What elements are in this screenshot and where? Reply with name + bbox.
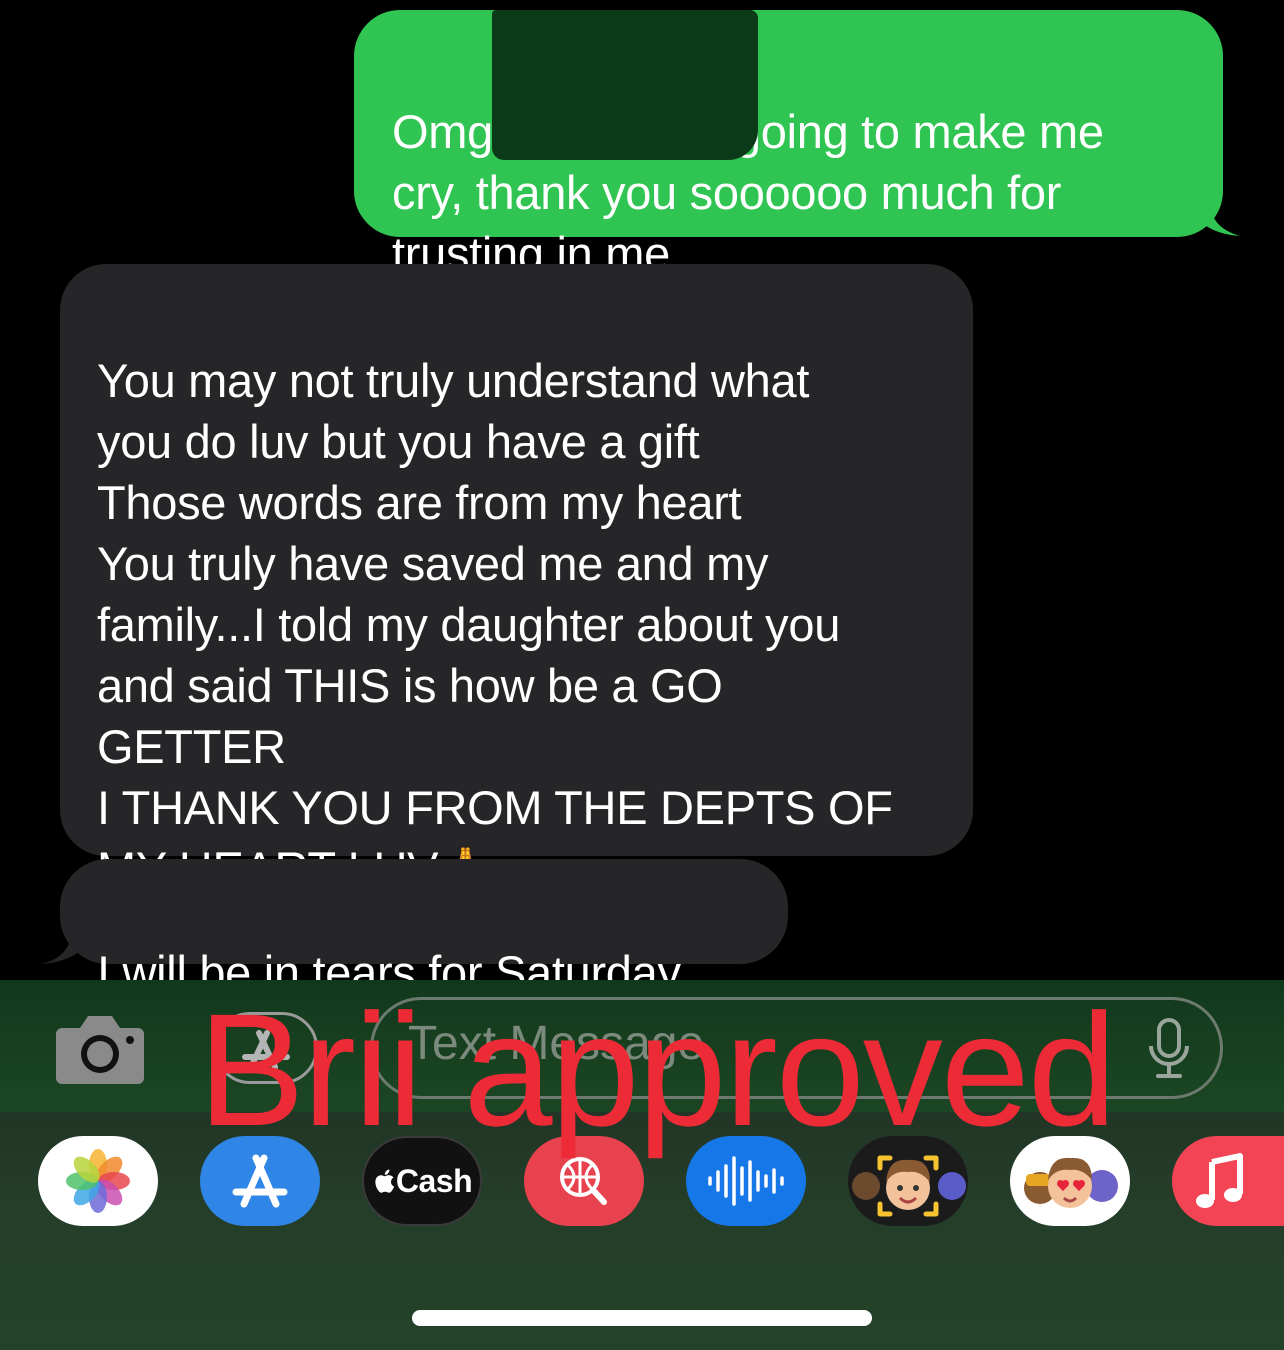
received-message-text: You may not truly understand what you do… <box>97 354 893 895</box>
music-app-button[interactable] <box>1172 1136 1284 1226</box>
home-indicator[interactable] <box>412 1310 872 1326</box>
received-message-bubble[interactable]: I will be in tears for Saturday <box>60 859 788 999</box>
cash-app-label: Cash <box>395 1162 473 1199</box>
watermark-text: Brii approved <box>198 980 1117 1159</box>
photos-app-button[interactable] <box>38 1136 158 1226</box>
music-note-icon <box>1196 1153 1243 1208</box>
sent-bubble-tail <box>1180 190 1240 236</box>
camera-icon[interactable] <box>54 1012 146 1086</box>
received-message-bubble[interactable]: You may not truly understand what you do… <box>60 264 973 895</box>
sent-message-bubble[interactable]: Omg Nicole you going to make me cry, tha… <box>354 10 1223 280</box>
microphone-icon[interactable] <box>1148 1018 1190 1080</box>
received-bubble-tail <box>42 922 100 964</box>
apple-logo-icon <box>375 1169 394 1193</box>
photos-icon <box>66 1149 130 1213</box>
redaction-mark <box>492 10 758 160</box>
